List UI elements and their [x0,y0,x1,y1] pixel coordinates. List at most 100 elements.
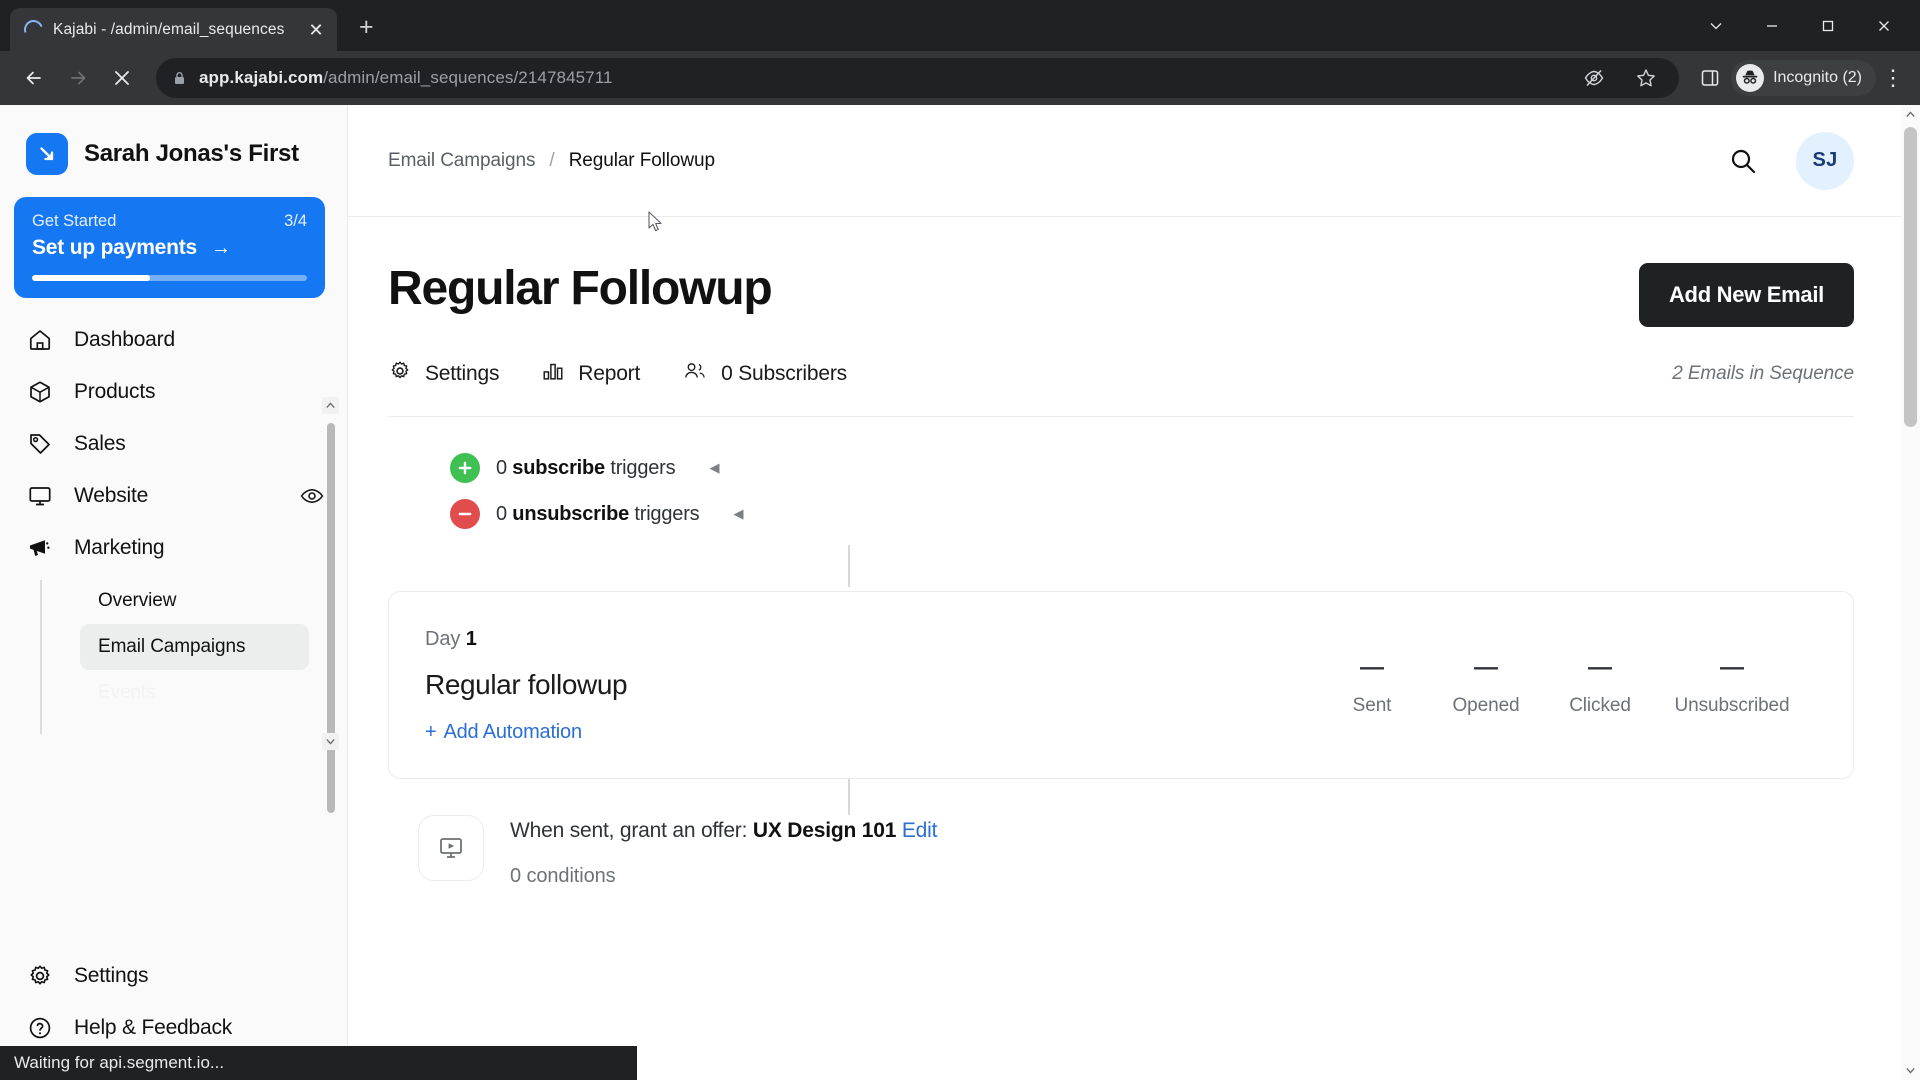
main-content: Email Campaigns / Regular Followup SJ Re… [348,105,1920,1080]
profile-label: Incognito (2) [1773,69,1862,86]
add-new-email-button[interactable]: Add New Email [1638,263,1854,327]
stat-value: — [1588,653,1612,681]
page-topbar: Email Campaigns / Regular Followup SJ [348,105,1920,217]
page-scroll-thumb[interactable] [1904,127,1917,427]
automation-row[interactable]: When sent, grant an offer: UX Design 101… [388,815,1854,888]
tab-strip: Kajabi - /admin/email_sequences ✕ + [0,0,1920,51]
get-started-card[interactable]: Get Started 3/4 Set up payments → [14,197,325,298]
search-icon[interactable] [1726,146,1760,176]
tab-report[interactable]: Report [541,359,640,388]
browser-toolbar: app.kajabi.com/admin/email_sequences/214… [0,51,1920,105]
megaphone-icon [26,534,54,562]
tab-label: 0 Subscribers [721,361,847,385]
automation-description: When sent, grant an offer: UX Design 101… [510,819,938,842]
stat-value: — [1360,653,1384,681]
page-scroll-down-icon[interactable] [1901,1061,1920,1080]
stat-clicked: — Clicked [1543,653,1657,717]
stat-label: Sent [1352,694,1392,716]
tab-subscribers[interactable]: 0 Subscribers [682,359,847,388]
page-scrollbar[interactable] [1901,105,1920,1080]
back-icon[interactable] [14,58,54,98]
page-scroll-up-icon[interactable] [1901,105,1920,124]
sidebar-scrollbar[interactable] [322,397,341,813]
side-panel-icon[interactable] [1693,67,1727,89]
sidebar-item-products[interactable]: Products [0,366,347,418]
home-icon [26,326,54,354]
maximize-icon[interactable] [1800,4,1856,48]
minimize-icon[interactable] [1744,4,1800,48]
sidebar-item-marketing[interactable]: Marketing [0,522,347,574]
bar-chart-icon [541,359,565,388]
box-icon [26,378,54,406]
sidebar-scroll-thumb[interactable] [327,423,335,813]
profile-incognito-button[interactable]: Incognito (2) [1731,60,1876,96]
sidebar-scroll-up-icon[interactable] [322,397,339,414]
sidebar-item-events[interactable]: Events [80,670,309,716]
url-domain: app.kajabi.com [199,68,324,87]
stat-unsubscribed: — Unsubscribed [1657,655,1807,717]
browser-menu-icon[interactable]: ⋮ [1880,67,1906,89]
sidebar-item-overview[interactable]: Overview [80,578,309,624]
video-screen-icon [418,815,484,881]
tab-search-chevron-icon[interactable] [1688,4,1744,48]
flow-connector-line [848,545,850,587]
tab-settings[interactable]: Settings [388,359,499,388]
unsubscribe-triggers-row[interactable]: 0 unsubscribe triggers ◀ [450,499,1854,529]
tab-label: Report [578,361,641,385]
incognito-icon [1736,64,1765,92]
get-started-progress-bar [32,275,307,281]
tab-label: Settings [425,361,500,385]
browser-tab[interactable]: Kajabi - /admin/email_sequences ✕ [10,8,337,51]
brand[interactable]: Sarah Jonas's First [0,105,347,175]
page-content: Regular Followup Add New Email Settings [348,217,1920,1080]
avatar[interactable]: SJ [1796,131,1854,190]
tab-close-icon[interactable]: ✕ [305,21,327,39]
gear-icon [26,962,54,990]
unsubscribe-triggers-text: 0 unsubscribe triggers [496,502,700,525]
url-text: app.kajabi.com/admin/email_sequences/214… [199,68,613,88]
email-name: Regular followup [425,669,628,700]
plus-circle-icon [450,453,480,483]
automation-edit-link[interactable]: Edit [902,819,938,842]
get-started-progress-fill [32,275,151,281]
browser-window: Kajabi - /admin/email_sequences ✕ + app.… [0,0,1920,1080]
brand-name: Sarah Jonas's First [84,140,299,167]
breadcrumb-parent[interactable]: Email Campaigns [388,150,536,172]
stat-label: Opened [1452,694,1520,716]
tab-title: Kajabi - /admin/email_sequences [53,20,285,38]
bookmark-star-icon[interactable] [1629,67,1663,89]
stop-loading-icon[interactable] [102,58,142,98]
stat-sent: — Sent [1315,653,1429,717]
add-automation-link[interactable]: + Add Automation [425,721,1315,744]
stat-value: — [1474,653,1498,681]
monitor-icon [26,482,54,510]
automation-offer: UX Design 101 [752,819,897,842]
lock-icon [172,70,187,86]
sidebar-scroll-area: Get Started 3/4 Set up payments → Dashbo… [0,175,347,940]
subscribe-triggers-row[interactable]: 0 subscribe triggers ◀ [450,453,1854,483]
collapse-caret-icon[interactable]: ◀ [709,460,719,476]
sidebar-item-website[interactable]: Website [0,470,347,522]
sidebar-item-dashboard[interactable]: Dashboard [0,314,347,366]
sidebar-item-label: Help & Feedback [74,1016,233,1039]
sidebar-item-sales[interactable]: Sales [0,418,347,470]
new-tab-button[interactable]: + [359,15,374,40]
address-bar[interactable]: app.kajabi.com/admin/email_sequences/214… [156,58,1680,98]
people-icon [682,359,708,388]
page-tabs: Settings Report 0 Subscribers 2 Emails i… [388,359,1854,388]
page-viewport: Sarah Jonas's First Get Started 3/4 Set … [0,105,1920,1080]
tracking-protection-eye-off-icon[interactable] [1577,67,1611,89]
sidebar-subnav-marketing: Overview Email Campaigns Events [0,578,347,734]
eye-icon[interactable] [299,483,325,509]
topbar-actions: SJ [1726,131,1854,190]
get-started-cta: Set up payments [32,236,198,259]
sidebar-scroll-down-icon[interactable] [322,733,339,750]
sidebar-item-email-campaigns[interactable]: Email Campaigns [80,624,309,670]
kajabi-logo-icon [26,133,68,175]
sidebar-item-settings[interactable]: Settings [0,950,347,1002]
collapse-caret-icon[interactable]: ◀ [733,506,743,522]
email-card[interactable]: Day 1 Regular followup + Add Automation … [388,591,1854,779]
url-path: /admin/email_sequences/2147845711 [323,68,613,87]
close-window-icon[interactable] [1856,4,1912,48]
sidebar-item-label: Sales [74,432,126,455]
